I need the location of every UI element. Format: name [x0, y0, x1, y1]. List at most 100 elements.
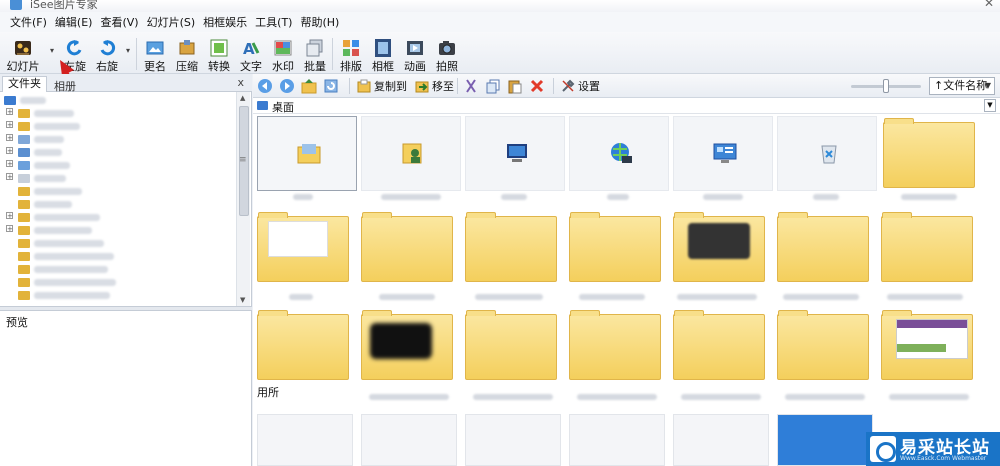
thumbnail-folder[interactable] [253, 308, 353, 383]
thumbnail-libraries[interactable] [257, 116, 357, 191]
delete-icon[interactable] [529, 78, 545, 94]
tree-node[interactable] [0, 198, 236, 211]
slideshow-button[interactable]: 幻灯片 [6, 34, 40, 73]
thumbnail-folder[interactable] [565, 308, 665, 383]
animation-button[interactable]: 动画 [398, 34, 432, 73]
slider-thumb[interactable] [883, 79, 889, 93]
paste-icon[interactable] [507, 78, 523, 94]
back-arrow-icon[interactable] [257, 78, 273, 94]
path-bar[interactable]: 桌面 ▼ [253, 98, 1000, 114]
tab-folders[interactable]: 文件夹 [2, 76, 47, 92]
cut-icon[interactable] [463, 78, 479, 94]
path-dropdown-icon[interactable]: ▼ [984, 99, 996, 112]
expand-icon[interactable]: + [6, 225, 13, 233]
tree-node[interactable] [0, 185, 236, 198]
tree-node[interactable] [0, 94, 236, 107]
menu-view[interactable]: 查看(V) [96, 14, 142, 30]
expand-icon[interactable]: + [6, 173, 13, 181]
thumbnail-image[interactable] [465, 414, 561, 466]
scroll-down-icon[interactable]: ▼ [240, 296, 245, 304]
tree-node[interactable] [0, 289, 236, 302]
frame-button[interactable]: 相框 [366, 34, 400, 73]
copy-icon[interactable] [485, 78, 501, 94]
thumbnail-folder[interactable] [877, 210, 977, 285]
thumbnail-recycle-bin[interactable] [777, 116, 877, 191]
thumbnail-folder[interactable] [357, 308, 457, 383]
scroll-up-icon[interactable]: ▲ [240, 94, 245, 102]
sort-select[interactable]: ↑文件名称 ▼ [929, 77, 995, 95]
menu-help[interactable]: 帮助(H) [296, 14, 343, 30]
thumbnail-folder[interactable] [565, 210, 665, 285]
thumbnail-image[interactable] [257, 414, 353, 466]
tree-node[interactable]: + [0, 133, 236, 146]
slideshow-dropdown-icon[interactable]: ▾ [50, 46, 54, 55]
folder-icon [569, 310, 661, 380]
thumbnail-folder[interactable] [357, 210, 457, 285]
thumbnail-folder[interactable] [773, 308, 873, 383]
thumbnail-folder[interactable] [669, 308, 769, 383]
forward-arrow-icon[interactable] [279, 78, 295, 94]
animation-label: 动画 [404, 60, 426, 73]
tree-node[interactable]: + [0, 211, 236, 224]
rotate-right-label: 右旋 [96, 60, 118, 73]
menu-edit[interactable]: 编辑(E) [51, 14, 97, 30]
tree-node[interactable]: + [0, 224, 236, 237]
tree-node[interactable]: + [0, 120, 236, 133]
rename-button[interactable]: 更名 [138, 34, 172, 73]
tree-node[interactable] [0, 263, 236, 276]
copy-to-button[interactable]: 复制到 [357, 78, 407, 94]
tree-node[interactable]: + [0, 107, 236, 120]
tree-node[interactable] [0, 276, 236, 289]
tree-node[interactable] [0, 250, 236, 263]
tree-scrollbar[interactable]: ▲ ≡ ▼ [236, 92, 250, 306]
up-folder-icon[interactable] [301, 78, 317, 94]
thumbnail-folder[interactable] [773, 210, 873, 285]
close-window-icon[interactable]: ✕ [984, 0, 994, 10]
thumbnail-image[interactable] [569, 414, 665, 466]
thumbnail-folder[interactable] [253, 210, 353, 285]
convert-button[interactable]: 转换 [202, 34, 236, 73]
batch-button[interactable]: 批量 [298, 34, 332, 73]
expand-icon[interactable]: + [6, 160, 13, 168]
left-pane-close-button[interactable]: x [237, 76, 244, 89]
expand-icon[interactable]: + [6, 212, 13, 220]
tree-node[interactable]: + [0, 172, 236, 185]
menu-frame-fun[interactable]: 相框娱乐 [199, 14, 251, 30]
thumbnail-folder[interactable] [879, 116, 979, 191]
expand-icon[interactable]: + [6, 134, 13, 142]
thumbnail-image[interactable] [361, 414, 457, 466]
tree-node[interactable]: + [0, 146, 236, 159]
watermark-button[interactable]: 水印 [266, 34, 300, 73]
rotate-dropdown-icon[interactable]: ▾ [126, 46, 130, 55]
layout-button[interactable]: 排版 [334, 34, 368, 73]
text-button[interactable]: A 文字 [234, 34, 268, 73]
expand-icon[interactable]: + [6, 147, 13, 155]
expand-icon[interactable]: + [6, 121, 13, 129]
thumbnail-folder[interactable] [669, 210, 769, 285]
thumbnail-image[interactable] [777, 414, 873, 466]
folder-icon [465, 310, 557, 380]
tree-node[interactable]: + [0, 159, 236, 172]
pane-splitter[interactable] [0, 306, 252, 311]
refresh-icon[interactable] [323, 78, 339, 94]
expand-icon[interactable]: + [6, 108, 13, 116]
compress-button[interactable]: 压缩 [170, 34, 204, 73]
thumbnail-folder[interactable] [461, 210, 561, 285]
move-to-button[interactable]: 移至 [415, 78, 454, 94]
menu-tools[interactable]: 工具(T) [251, 14, 296, 30]
menu-file[interactable]: 文件(F) [6, 14, 51, 30]
camera-button[interactable]: 拍照 [430, 34, 464, 73]
thumbnail-control-panel[interactable] [673, 116, 773, 191]
thumbnail-network[interactable] [569, 116, 669, 191]
thumbnail-user[interactable] [361, 116, 461, 191]
thumbnail-folder[interactable] [461, 308, 561, 383]
tree-node[interactable] [0, 237, 236, 250]
settings-button[interactable]: 设置 [561, 78, 600, 94]
thumbnail-folder[interactable] [877, 308, 977, 383]
rotate-right-button[interactable]: 右旋 [90, 34, 124, 73]
toolbar-separator [457, 78, 458, 94]
thumbnail-computer[interactable] [465, 116, 565, 191]
thumbnail-image[interactable] [673, 414, 769, 466]
menu-slideshow[interactable]: 幻灯片(S) [143, 14, 200, 30]
rename-icon [146, 41, 164, 55]
